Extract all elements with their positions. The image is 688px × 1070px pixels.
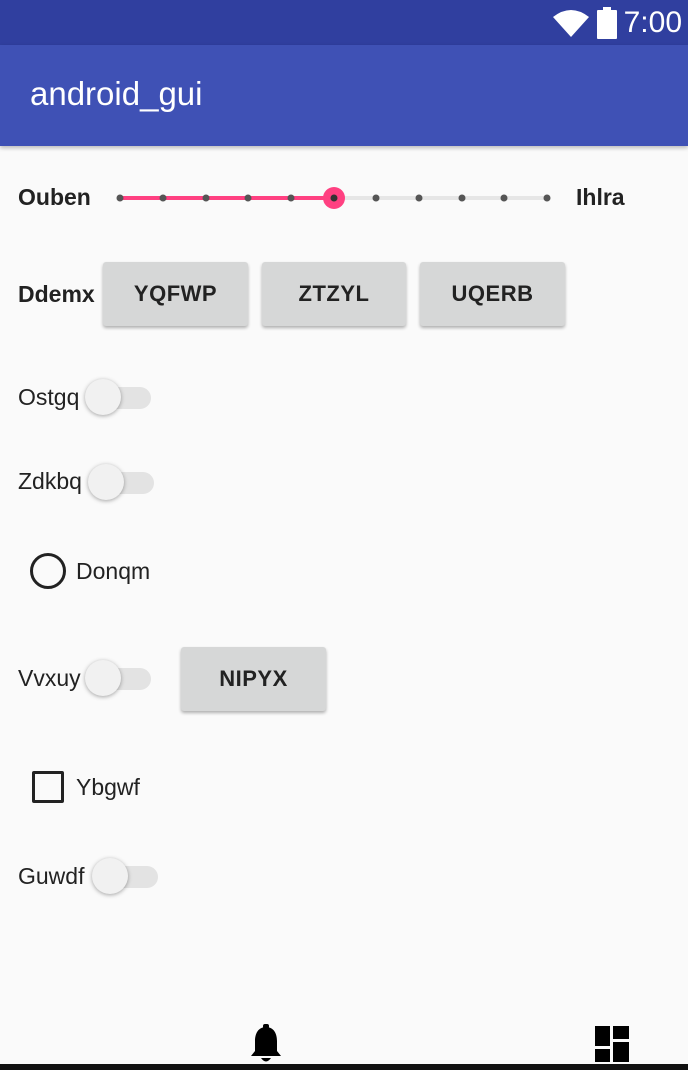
slider-tick bbox=[543, 194, 551, 202]
slider-tick bbox=[458, 194, 466, 202]
guwdf-switch[interactable] bbox=[92, 858, 162, 894]
slider-end-label: Ihlra bbox=[576, 184, 625, 210]
vvxuy-switch-label: Vvxuy bbox=[18, 665, 81, 691]
app-title: android_gui bbox=[30, 75, 203, 112]
ostgq-switch-label: Ostgq bbox=[18, 384, 80, 410]
donqm-radio-button[interactable] bbox=[30, 553, 66, 589]
guwdf-switch-label: Guwdf bbox=[18, 863, 85, 889]
switch-thumb bbox=[85, 660, 121, 696]
slider-start-label: Ouben bbox=[18, 184, 91, 210]
zdkbq-switch-label: Zdkbq bbox=[18, 468, 82, 494]
nipyx-button[interactable]: NIPYX bbox=[181, 647, 326, 711]
slider-tick bbox=[500, 194, 508, 202]
ybgwf-checkbox-label: Ybgwf bbox=[76, 774, 140, 800]
yqfwp-button[interactable]: YQFWP bbox=[103, 262, 248, 326]
wifi-icon bbox=[553, 10, 589, 37]
step-slider[interactable] bbox=[110, 180, 560, 216]
switch-thumb bbox=[88, 464, 124, 500]
slider-tick bbox=[159, 194, 167, 202]
app-bar: android_gui bbox=[0, 45, 688, 146]
slider-thumb-center bbox=[330, 194, 338, 202]
uqerb-button[interactable]: UQERB bbox=[420, 262, 565, 326]
switch-thumb bbox=[85, 379, 121, 415]
zdkbq-switch[interactable] bbox=[88, 464, 158, 500]
slider-tick bbox=[244, 194, 252, 202]
slider-tick bbox=[372, 194, 380, 202]
bell-icon[interactable] bbox=[249, 1024, 283, 1064]
slider-tick bbox=[287, 194, 295, 202]
ybgwf-checkbox[interactable] bbox=[32, 771, 64, 803]
donqm-radio-label: Donqm bbox=[76, 558, 151, 584]
slider-tick bbox=[415, 194, 423, 202]
navigation-bar-edge bbox=[0, 1064, 688, 1070]
ostgq-switch[interactable] bbox=[85, 379, 155, 415]
status-time: 7:00 bbox=[623, 6, 682, 39]
status-bar: 7:00 bbox=[0, 0, 688, 45]
ztzyl-button[interactable]: ZTZYL bbox=[262, 262, 406, 326]
battery-icon bbox=[597, 7, 617, 39]
dashboard-icon[interactable] bbox=[595, 1026, 629, 1062]
slider-tick bbox=[202, 194, 210, 202]
vvxuy-switch[interactable] bbox=[85, 660, 155, 696]
button-group-label: Ddemx bbox=[18, 281, 95, 307]
switch-thumb bbox=[92, 858, 128, 894]
slider-tick bbox=[116, 194, 124, 202]
